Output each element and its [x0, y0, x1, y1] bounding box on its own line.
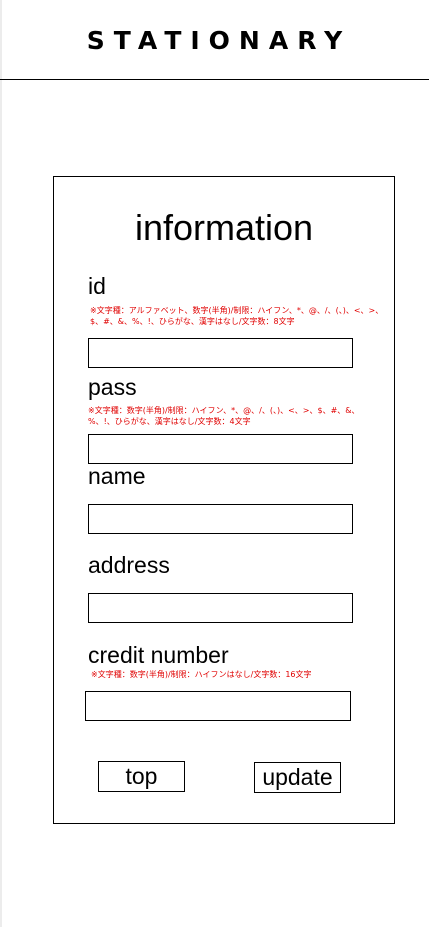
credit-number-input[interactable]	[85, 691, 351, 721]
pass-input[interactable]	[88, 434, 353, 464]
page-left-edge	[0, 0, 2, 927]
information-form: information id ※文字種：アルファベット、数字(半角)/制限：ハイ…	[53, 176, 395, 824]
top-button[interactable]: top	[98, 761, 185, 792]
pass-requirement-note: ※文字種：数字(半角)/制限：ハイフン、*、@、/、(、)、<、>、$、#、&、…	[88, 406, 360, 426]
address-input[interactable]	[88, 593, 353, 623]
address-label: address	[88, 552, 170, 578]
id-input[interactable]	[88, 338, 353, 368]
header-divider	[0, 79, 429, 80]
name-input[interactable]	[88, 504, 353, 534]
id-requirement-note: ※文字種：アルファベット、数字(半角)/制限：ハイフン、*、@、/、(、)、<、…	[90, 306, 384, 326]
id-label: id	[88, 273, 106, 299]
update-button[interactable]: update	[254, 762, 341, 793]
form-title: information	[134, 207, 314, 248]
name-label: name	[88, 463, 146, 489]
credit-number-requirement-note: ※文字種：数字(半角)/制限：ハイフンはなし/文字数：16文字	[91, 670, 312, 679]
brand-logo[interactable]: STATIONARY	[0, 26, 429, 55]
pass-label: pass	[88, 374, 137, 400]
credit-number-label: credit number	[88, 642, 229, 668]
